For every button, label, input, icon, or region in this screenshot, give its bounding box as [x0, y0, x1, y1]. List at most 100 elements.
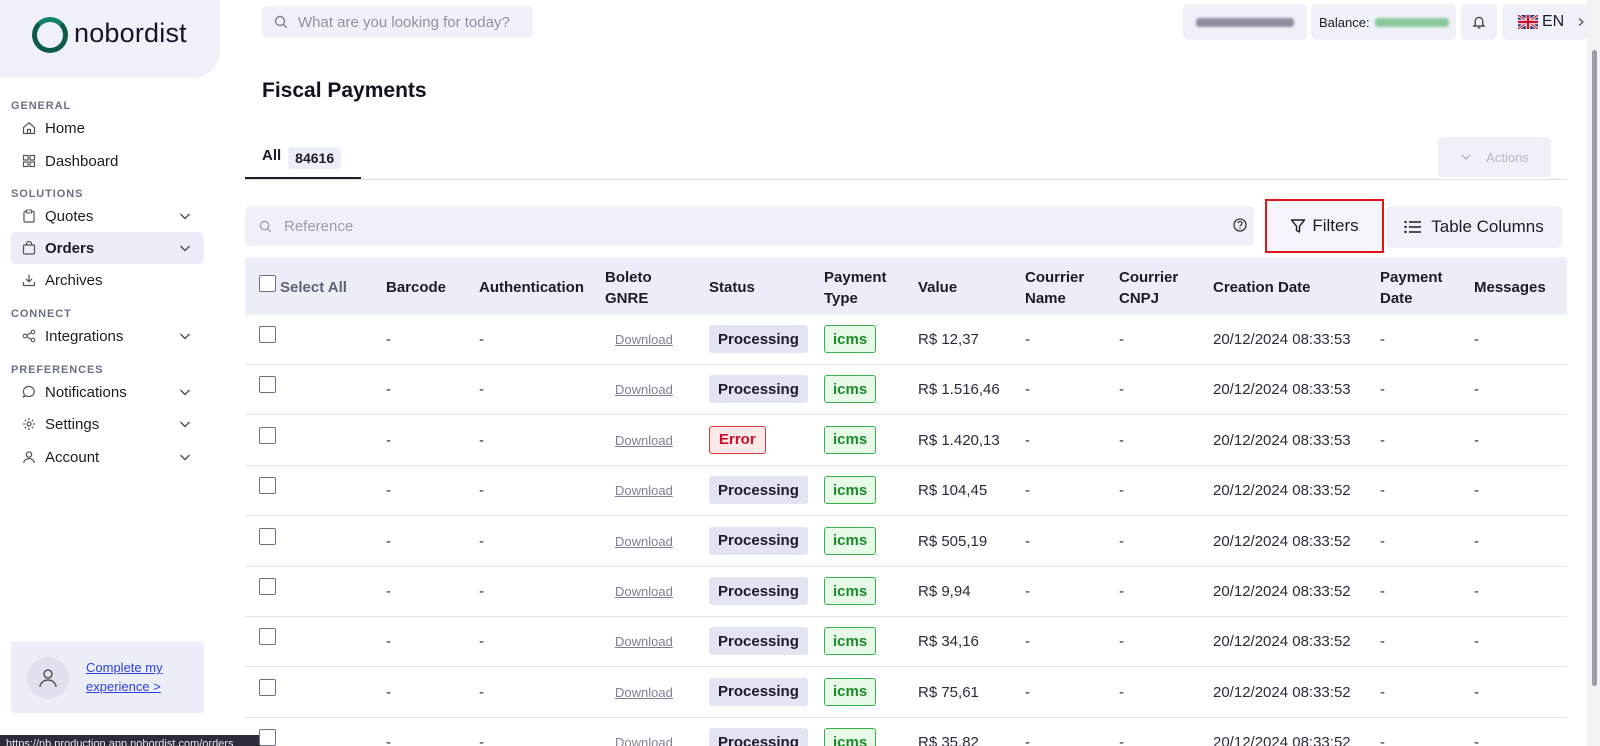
header-courier-cnpj: Courrier CNPJ [1119, 267, 1178, 309]
cell-authentication: - [479, 532, 484, 550]
cell-authentication: - [479, 683, 484, 701]
actions-button[interactable]: Actions [1438, 137, 1551, 177]
row-checkbox[interactable] [259, 376, 276, 394]
sidebar-item-home[interactable]: Home [11, 112, 204, 144]
cell-messages: - [1474, 633, 1479, 651]
share-icon [22, 329, 36, 343]
cell-payment-date: - [1380, 633, 1385, 651]
logo-text: nobordist [74, 18, 187, 48]
download-boleto-link[interactable]: Download [615, 382, 673, 397]
sidebar-item-dashboard[interactable]: Dashboard [11, 145, 204, 177]
table-row[interactable]: - - Download Processing icms R$ 505,19 - - 20/12… [245, 517, 1567, 567]
status-badge: Processing [709, 627, 808, 656]
header-payment-date-line2: Date [1380, 290, 1413, 307]
balance-label: Balance: [1319, 14, 1370, 30]
row-checkbox[interactable] [259, 578, 276, 595]
global-search-input[interactable] [298, 13, 518, 31]
cell-courier-name: - [1025, 583, 1030, 600]
notifications-button[interactable] [1461, 4, 1497, 40]
select-all-checkbox[interactable] [259, 275, 276, 292]
cell-courier-cnpj: - [1119, 381, 1124, 399]
header-boleto-line1: Boleto [605, 269, 652, 286]
sidebar-item-quotes[interactable]: Quotes [11, 200, 204, 232]
cell-creation-date: 20/12/2024 08:33:53 [1213, 381, 1351, 399]
sidebar-item-archives[interactable]: Archives [11, 264, 204, 296]
download-boleto-link[interactable]: Download [615, 483, 673, 498]
search-icon [274, 15, 288, 29]
tab-all[interactable]: All 84616 [245, 141, 361, 179]
logo[interactable]: nobordist [0, 0, 220, 78]
table-row[interactable]: - - Download Error icms R$ 1.420,13 - - 20/12/20… [245, 416, 1567, 466]
download-boleto-link[interactable]: Download [615, 433, 673, 448]
scrollbar-thumb[interactable] [1592, 50, 1597, 686]
user-name-pill[interactable] [1183, 4, 1307, 40]
cell-value: R$ 9,94 [918, 583, 971, 600]
sidebar-item-label: Integrations [45, 327, 124, 345]
cell-courier-cnpj: - [1119, 331, 1124, 348]
cell-creation-date: 20/12/2024 08:33:53 [1213, 331, 1351, 348]
row-checkbox[interactable] [259, 426, 276, 444]
cell-barcode: - [386, 431, 391, 449]
table-row[interactable]: - - Download Processing icms R$ 35,82 - - 20/12/… [245, 718, 1567, 746]
cell-messages: - [1474, 532, 1479, 550]
row-checkbox[interactable] [259, 628, 276, 646]
reference-search[interactable] [245, 206, 1254, 246]
section-general: GENERAL [11, 100, 72, 112]
avatar [27, 657, 69, 699]
download-boleto-link[interactable]: Download [615, 634, 673, 649]
header-payment-type-line2: Type [824, 290, 858, 307]
table-columns-button[interactable]: Table Columns [1386, 206, 1562, 248]
actions-label: Actions [1486, 149, 1529, 165]
row-checkbox[interactable] [259, 326, 276, 343]
language-selector[interactable]: EN [1502, 4, 1588, 40]
filter-icon [1291, 219, 1306, 233]
cell-courier-cnpj: - [1119, 633, 1124, 651]
download-boleto-link[interactable]: Download [615, 685, 673, 700]
reference-search-input[interactable] [284, 217, 1184, 235]
table-row[interactable]: - - Download Processing icms R$ 12,37 - - 20/12/… [245, 315, 1567, 365]
filters-button[interactable]: Filters [1265, 199, 1384, 253]
cell-messages: - [1474, 331, 1479, 348]
table-row[interactable]: - - Download Processing icms R$ 75,61 - - 20/12/… [245, 668, 1567, 718]
payment-type-badge: icms [824, 526, 877, 555]
download-boleto-link[interactable]: Download [615, 332, 673, 347]
row-checkbox[interactable] [259, 527, 276, 545]
row-checkbox[interactable] [259, 678, 276, 696]
complete-experience-link[interactable]: Complete my experience > [86, 658, 163, 696]
cell-courier-cnpj: - [1119, 683, 1124, 701]
sidebar-item-integrations[interactable]: Integrations [11, 320, 204, 352]
download-boleto-link[interactable]: Download [615, 584, 673, 599]
cell-courier-name: - [1025, 532, 1030, 550]
global-search[interactable] [262, 6, 533, 38]
complete-experience-line2: experience > [86, 679, 161, 694]
payment-type-badge: icms [824, 627, 877, 656]
download-boleto-link[interactable]: Download [615, 534, 673, 549]
balance-pill: Balance: [1311, 4, 1456, 40]
sidebar-item-notifications[interactable]: Notifications [11, 376, 204, 408]
cell-courier-name: - [1025, 482, 1030, 500]
cell-courier-cnpj: - [1119, 583, 1124, 600]
chevron-down-icon [179, 333, 191, 340]
header-boleto-line2: GNRE [605, 290, 649, 307]
download-boleto-link[interactable]: Download [615, 735, 673, 746]
help-icon[interactable] [1232, 217, 1248, 233]
table-row[interactable]: - - Download Processing icms R$ 104,45 - - 20/12… [245, 466, 1567, 517]
cell-barcode: - [386, 381, 391, 399]
tabs-divider [245, 179, 1567, 180]
cell-value: R$ 505,19 [918, 532, 988, 550]
sidebar-item-orders[interactable]: Orders [11, 232, 204, 264]
row-checkbox[interactable] [259, 477, 276, 495]
sidebar-item-settings[interactable]: Settings [11, 408, 204, 440]
row-checkbox[interactable] [259, 729, 276, 746]
table-row[interactable]: - - Download Processing icms R$ 1.516,46 - - 20/… [245, 365, 1567, 416]
cell-barcode: - [386, 583, 391, 600]
table-row[interactable]: - - Download Processing icms R$ 9,94 - - 20/12/2… [245, 567, 1567, 617]
sidebar-item-label: Archives [45, 271, 103, 289]
payment-type-badge: icms [824, 476, 877, 505]
status-badge: Processing [709, 325, 808, 353]
table-row[interactable]: - - Download Processing icms R$ 34,16 - - 20/12/… [245, 617, 1567, 668]
cell-value: R$ 35,82 [918, 734, 979, 746]
cell-courier-cnpj: - [1119, 734, 1124, 746]
sidebar-item-account[interactable]: Account [11, 441, 204, 473]
header-value: Value [918, 279, 958, 296]
